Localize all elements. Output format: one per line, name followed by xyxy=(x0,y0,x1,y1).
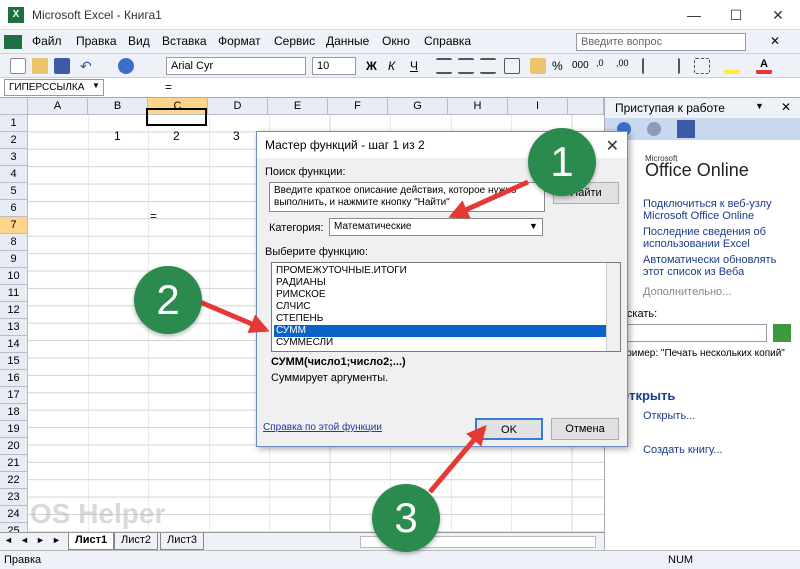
step-1-badge: 1 xyxy=(528,128,596,196)
step-2-badge: 2 xyxy=(134,266,202,334)
watermark: OS Helper xyxy=(30,498,166,529)
step-3-badge: 3 xyxy=(372,484,440,552)
arrow-to-ok xyxy=(428,424,487,494)
arrow-to-category xyxy=(448,179,530,219)
arrow-to-summ xyxy=(199,299,270,333)
